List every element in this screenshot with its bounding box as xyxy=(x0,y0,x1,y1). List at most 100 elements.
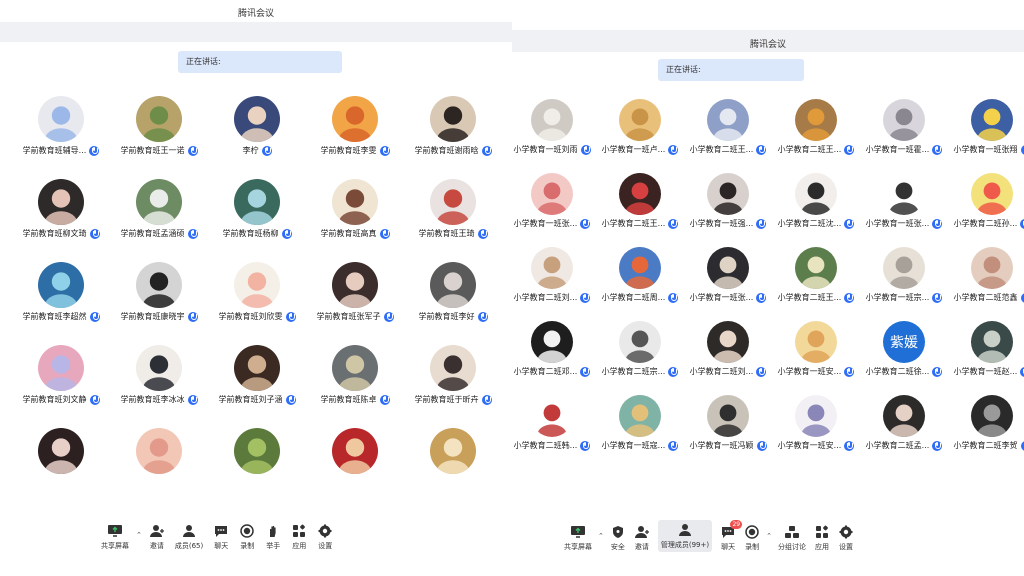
participant-tile[interactable]: 小学教育一班赵... xyxy=(948,321,1024,377)
participant-tile[interactable]: 小学教育一班张... xyxy=(684,247,772,303)
chevron-up-icon[interactable]: ⌃ xyxy=(136,531,142,539)
mic-icon xyxy=(668,292,679,303)
invite-button[interactable]: 邀请 xyxy=(634,524,650,552)
participant-tile[interactable]: 小学教育一班卢... xyxy=(596,99,684,155)
participant-tile[interactable]: 学前教育班辅导... xyxy=(12,96,110,156)
participant-name: 小学教育一班安... xyxy=(777,441,842,450)
invite-button[interactable]: 邀请 xyxy=(149,523,165,551)
participant-tile[interactable] xyxy=(306,428,404,474)
participant-avatar xyxy=(971,173,1013,215)
participant-avatar xyxy=(38,345,84,391)
participant-tile[interactable]: 小学教育二班王... xyxy=(772,247,860,303)
participant-name: 学前教育班王琦 xyxy=(418,229,475,238)
participant-name-row: 小学教育一班卢... xyxy=(596,144,684,155)
participant-tile[interactable]: 小学教育一班张... xyxy=(860,173,948,229)
participant-tile[interactable]: 小学教育二班王... xyxy=(596,173,684,229)
left-meeting-window: 腾讯会议 正在讲话: 学前教育班辅导... 学前教育班王一诺 李柠 学前教育班李雯 学前… xyxy=(0,0,512,576)
mic-icon xyxy=(379,228,390,239)
mic-icon xyxy=(187,228,198,239)
participant-tile[interactable]: 小学教育一班冯颖 xyxy=(684,395,772,451)
record-button[interactable]: 录制 xyxy=(744,524,760,552)
participant-tile[interactable]: 学前教育班王琦 xyxy=(404,179,502,239)
breakout-button[interactable]: 分组讨论 xyxy=(778,524,806,552)
manage-members-button[interactable]: 管理成员(99+) xyxy=(657,520,713,552)
participant-tile[interactable]: 小学教育一班寇... xyxy=(596,395,684,451)
participant-tile[interactable] xyxy=(12,428,110,474)
participant-tile[interactable]: 小学教育一班宗... xyxy=(860,247,948,303)
participant-tile[interactable]: 学前教育班李超然 xyxy=(12,262,110,322)
participant-tile[interactable]: 小学教育一班霍... xyxy=(860,99,948,155)
mic-icon xyxy=(89,145,100,156)
participant-tile[interactable]: 学前教育班谢雨晗 xyxy=(404,96,502,156)
participant-tile[interactable]: 学前教育班李冰冰 xyxy=(110,345,208,405)
participant-tile[interactable]: 学前教育班孟涵硕 xyxy=(110,179,208,239)
participant-name: 小学教育一班安... xyxy=(777,367,842,376)
chevron-up-icon[interactable]: ⌃ xyxy=(598,532,604,540)
participant-tile[interactable] xyxy=(404,428,502,474)
participant-tile[interactable]: 学前教育班高真 xyxy=(306,179,404,239)
apps-button[interactable]: 应用 xyxy=(291,523,307,551)
participant-tile[interactable]: 学前教育班刘子涵 xyxy=(208,345,306,405)
participant-name-row: 小学教育二班孟... xyxy=(860,440,948,451)
participant-tile[interactable]: 小学教育二班邓... xyxy=(512,321,596,377)
participant-tile[interactable]: 学前教育班刘欣雯 xyxy=(208,262,306,322)
participant-tile[interactable]: 小学教育一班刘雨 xyxy=(512,99,596,155)
participant-name: 小学教育一班张... xyxy=(865,219,930,228)
participant-tile[interactable]: 小学教育二班沈... xyxy=(772,173,860,229)
participant-tile[interactable]: 小学教育二班周... xyxy=(596,247,684,303)
participant-tile[interactable]: 小学教育一班强... xyxy=(684,173,772,229)
participant-tile[interactable] xyxy=(208,428,306,474)
security-button[interactable]: 安全 xyxy=(610,524,626,552)
settings-button[interactable]: 设置 xyxy=(838,524,854,552)
participant-tile[interactable]: 小学教育二班刘... xyxy=(684,321,772,377)
toolbar-label: 安全 xyxy=(610,543,625,551)
settings-button[interactable]: 设置 xyxy=(317,523,333,551)
chat-button[interactable]: 聊天 xyxy=(213,523,229,551)
mic-icon xyxy=(383,311,394,322)
participant-tile[interactable]: 学前教育班陈卓 xyxy=(306,345,404,405)
participant-tile[interactable]: 学前教育班李好 xyxy=(404,262,502,322)
participant-name: 学前教育班高真 xyxy=(320,229,377,238)
participant-tile[interactable]: 小学教育二班王... xyxy=(684,99,772,155)
chevron-up-icon[interactable]: ⌃ xyxy=(766,532,772,540)
participant-tile[interactable]: 学前教育班张军子 xyxy=(306,262,404,322)
participant-name-row: 小学教育二班王... xyxy=(772,292,860,303)
participant-tile[interactable]: 小学教育二班孙... xyxy=(948,173,1024,229)
participant-tile[interactable]: 小学教育一班安... xyxy=(772,395,860,451)
mic-icon xyxy=(756,366,767,377)
share-screen-button[interactable]: 共享屏幕 xyxy=(101,523,129,551)
participant-tile[interactable]: 小学教育一班安... xyxy=(772,321,860,377)
participant-tile[interactable]: 小学教育一班张翔 xyxy=(948,99,1024,155)
participant-tile[interactable]: 小学教育二班范鑫 xyxy=(948,247,1024,303)
members-button[interactable]: 成员(65) xyxy=(175,523,203,551)
participant-tile[interactable]: 紫媛 小学教育二班徐... xyxy=(860,321,948,377)
participant-tile[interactable] xyxy=(110,428,208,474)
record-button[interactable]: 录制 xyxy=(239,523,255,551)
participant-name: 小学教育二班范鑫 xyxy=(953,293,1018,302)
chat-button[interactable]: 29 聊天 xyxy=(720,520,743,552)
participant-avatar xyxy=(234,262,280,308)
participant-tile[interactable]: 学前教育班刘文静 xyxy=(12,345,110,405)
participant-tile[interactable]: 学前教育班于昕卉 xyxy=(404,345,502,405)
participant-tile[interactable]: 小学教育二班孟... xyxy=(860,395,948,451)
participant-tile[interactable]: 小学教育二班王... xyxy=(772,99,860,155)
participant-tile[interactable]: 小学教育二班韩... xyxy=(512,395,596,451)
participant-tile[interactable]: 李柠 xyxy=(208,96,306,156)
share-screen-button[interactable]: 共享屏幕 xyxy=(564,524,592,552)
participant-avatar xyxy=(707,395,749,437)
participant-tile[interactable]: 小学教育二班刘... xyxy=(512,247,596,303)
apps-button[interactable]: 应用 xyxy=(814,524,830,552)
participant-tile[interactable]: 学前教育班杨柳 xyxy=(208,179,306,239)
meeting-toolbar: 共享屏幕 ⌃ 邀请 成员(65) 聊天 录制 举手 应用 设置 xyxy=(96,523,338,551)
participant-name-row: 学前教育班孟涵硕 xyxy=(110,228,208,239)
participant-tile[interactable]: 学前教育班李雯 xyxy=(306,96,404,156)
participant-tile[interactable]: 学前教育班康晓宇 xyxy=(110,262,208,322)
participant-tile[interactable]: 学前教育班柳文琦 xyxy=(12,179,110,239)
participant-tile[interactable]: 小学教育一班张... xyxy=(512,173,596,229)
mic-icon xyxy=(756,218,767,229)
raise-hand-button[interactable]: 举手 xyxy=(265,523,281,551)
participant-tile[interactable]: 小学教育二班宗... xyxy=(596,321,684,377)
participant-name: 学前教育班柳文琦 xyxy=(22,229,87,238)
participant-tile[interactable]: 小学教育二班李贺 xyxy=(948,395,1024,451)
participant-tile[interactable]: 学前教育班王一诺 xyxy=(110,96,208,156)
